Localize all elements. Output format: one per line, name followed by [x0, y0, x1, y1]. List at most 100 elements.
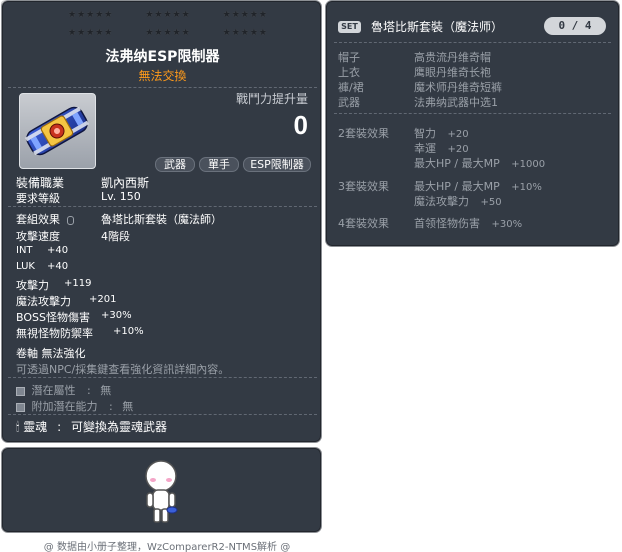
- set-piece-name: 魔术师丹维奇短裤: [414, 81, 502, 94]
- set-link-icon: [66, 215, 74, 225]
- set-stat-name: 最大HP / 最大MP: [414, 157, 500, 170]
- set-piece-row: 武器 法弗纳武器中选1: [338, 94, 498, 110]
- star-group: ★★★★★: [145, 28, 191, 38]
- star-force-row-2: ★★★★★ ★★★★★ ★★★★★: [68, 28, 268, 38]
- set-piece-slot: 褲/裙: [338, 81, 364, 94]
- combat-power-value: 0: [293, 110, 308, 140]
- stat-label: BOSS怪物傷害: [16, 311, 90, 324]
- set-effect-value: 魯塔比斯套裝（魔法師）: [101, 213, 222, 226]
- level-label: 要求等級: [16, 192, 60, 205]
- set-effect-stat: 首领怪物伤害 +30%: [414, 215, 522, 231]
- level-row: 要求等級 Lv. 150: [16, 190, 141, 206]
- star-group: ★★★★★: [68, 10, 114, 20]
- attack-speed-label: 攻擊速度: [16, 230, 60, 243]
- job-row: 裝備職業 凱內西斯: [16, 174, 149, 191]
- stat-row: 魔法攻擊力 +201: [16, 293, 116, 309]
- star-group: ★★★★★: [222, 28, 268, 38]
- stat-value: +40: [47, 245, 69, 256]
- stat-label: 無視怪物防禦率: [16, 327, 93, 340]
- star-group: ★★★★★: [145, 10, 191, 20]
- set-effect-stat: 智力 +20: [414, 125, 469, 141]
- additional-potential-label: 附加潛在能力: [31, 400, 98, 413]
- level-value: Lv. 150: [101, 190, 141, 203]
- set-effect-stat: 最大HP / 最大MP +1000: [414, 155, 545, 171]
- set-effect-2-label: 2套裝效果: [338, 127, 389, 140]
- set-title: 魯塔比斯套裝（魔法师）: [371, 20, 504, 34]
- footer-credit: @ 数据由小册子整理，WzComparerR2-NTMS解析 @: [43, 542, 291, 552]
- set-piece-name: 法弗纳武器中选1: [414, 96, 498, 109]
- combat-power-label: 戰鬥力提升量: [235, 92, 308, 106]
- soul-label: 靈魂: [23, 420, 48, 434]
- stat-value: +30%: [101, 310, 132, 321]
- trade-status: 無法交換: [138, 69, 187, 83]
- attack-speed-value: 4階段: [101, 230, 130, 243]
- stat-value: +201: [89, 294, 117, 305]
- set-stat-value: +30%: [491, 219, 523, 230]
- stat-value: +119: [64, 278, 92, 289]
- enhance-hint: 可透過NPC/採集鍵查看強化資訊詳細內容。: [16, 363, 230, 376]
- set-piece-row: 帽子 高贵流丹维奇帽: [338, 49, 491, 65]
- additional-potential-icon: [16, 402, 25, 412]
- item-name: 法弗纳ESP限制器: [105, 49, 220, 65]
- potential-label: 潛在屬性: [31, 384, 76, 397]
- divider: [8, 377, 317, 378]
- additional-potential-value: 無: [122, 400, 134, 413]
- set-stat-value: +1000: [511, 159, 546, 170]
- job-value: 凱內西斯: [101, 176, 150, 190]
- set-piece-slot: 帽子: [338, 51, 360, 64]
- set-stat-value: +50: [480, 197, 502, 208]
- set-stat-name: 最大HP / 最大MP: [414, 180, 500, 193]
- set-effect-4-label: 4套裝效果: [338, 217, 389, 230]
- stat-row: 攻擊力 +119: [16, 277, 91, 293]
- set-stat-value: +20: [447, 129, 469, 140]
- star-force-row-1: ★★★★★ ★★★★★ ★★★★★: [68, 10, 268, 20]
- scroll-status: 卷軸 無法強化: [16, 347, 86, 360]
- star-group: ★★★★★: [68, 28, 114, 38]
- set-piece-row: 褲/裙 魔术师丹维奇短裤: [338, 79, 502, 95]
- potential-row: 潛在屬性 : 無: [16, 382, 111, 398]
- set-count-badge: 0 / 4: [544, 17, 606, 35]
- stat-label: INT: [16, 245, 33, 256]
- set-effect-stat: 最大HP / 最大MP +10%: [414, 178, 542, 194]
- item-tooltip-panel: ★★★★★ ★★★★★ ★★★★★ ★★★★★ ★★★★★ ★★★★★ 法弗纳E…: [1, 0, 322, 443]
- stat-label: LUK: [16, 261, 35, 272]
- tag-weapon: 武器: [155, 157, 195, 172]
- stat-row: INT +40: [16, 245, 68, 256]
- item-icon-frame: [19, 93, 96, 169]
- set-effect-stat: 幸運 +20: [414, 140, 469, 156]
- esp-limiter-bracelet-icon: [25, 106, 89, 156]
- potential-value: 無: [100, 384, 112, 397]
- stat-label: 魔法攻擊力: [16, 295, 71, 308]
- set-effect-row: 套組效果 魯塔比斯套裝（魔法師）: [16, 211, 222, 227]
- divider: [8, 414, 317, 415]
- set-stat-name: 智力: [414, 127, 436, 140]
- divider: [334, 42, 611, 43]
- soul-row: 🕯 靈魂 : 可變換為靈魂武器: [16, 420, 167, 434]
- star-group: ★★★★★: [222, 10, 268, 20]
- stat-row: LUK +40: [16, 261, 68, 272]
- set-stat-name: 魔法攻擊力: [414, 195, 469, 208]
- set-effect-3-label: 3套裝效果: [338, 180, 389, 193]
- tag-weapon-type: ESP限制器: [243, 157, 311, 172]
- job-label: 裝備職業: [16, 176, 65, 190]
- set-badge: SET: [338, 21, 361, 33]
- attack-speed-row: 攻擊速度 4階段: [16, 228, 130, 244]
- set-stat-value: +20: [447, 144, 469, 155]
- set-stat-name: 幸運: [414, 142, 436, 155]
- set-piece-name: 鹰眼丹维奇长袍: [414, 66, 491, 79]
- stat-value: +40: [47, 261, 69, 272]
- divider: [334, 113, 611, 114]
- soul-value: 可變換為靈魂武器: [70, 420, 167, 434]
- set-piece-name: 高贵流丹维奇帽: [414, 51, 491, 64]
- potential-icon: [16, 386, 25, 396]
- divider: [8, 87, 317, 88]
- stat-label: 攻擊力: [16, 279, 49, 292]
- tag-one-handed: 單手: [199, 157, 239, 172]
- set-effect-panel: SET 魯塔比斯套裝（魔法师） 0 / 4 帽子 高贵流丹维奇帽 上衣 鹰眼丹维…: [325, 0, 620, 247]
- divider: [8, 206, 317, 207]
- character-avatar: [145, 460, 178, 523]
- set-stat-value: +10%: [511, 182, 542, 193]
- stat-value: +10%: [113, 326, 144, 337]
- set-effect-stat: 魔法攻擊力 +50: [414, 193, 502, 209]
- stat-row: 無視怪物防禦率 +10%: [16, 325, 144, 341]
